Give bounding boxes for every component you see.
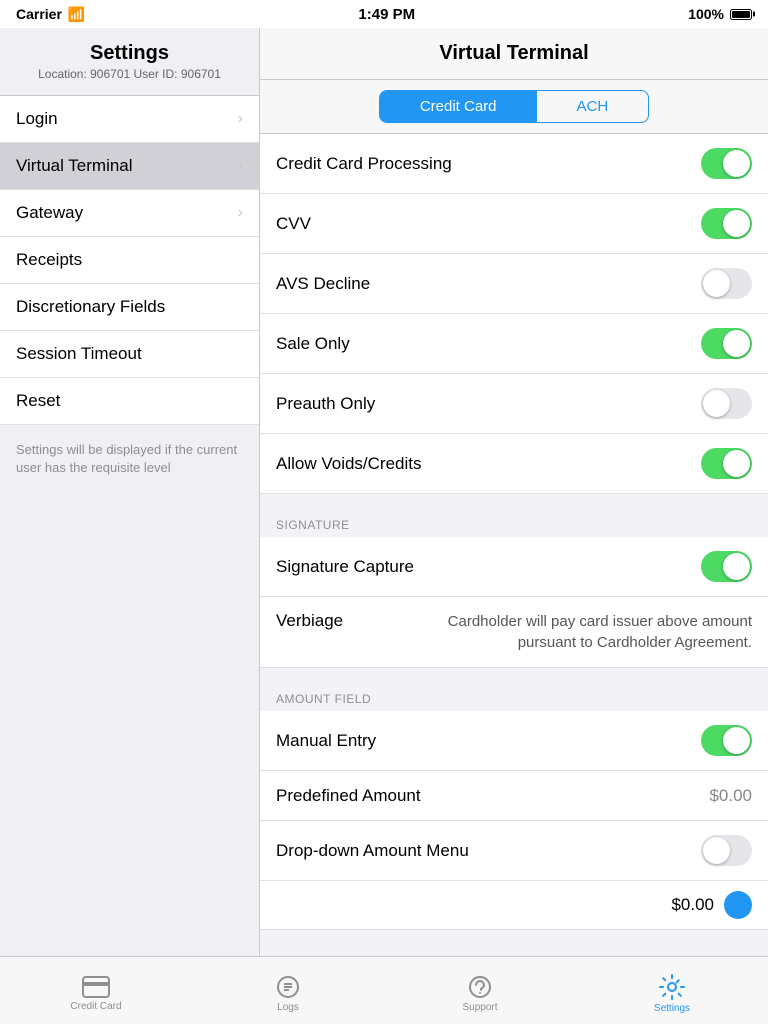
tab-ach[interactable]: ACH <box>537 91 649 122</box>
support-icon <box>467 975 493 999</box>
wifi-icon: 📶 <box>68 6 85 23</box>
toggle-avs-decline[interactable] <box>701 268 752 299</box>
sidebar-header: Settings Location: 906701 User ID: 90670… <box>0 28 259 96</box>
sidebar-item-reset[interactable]: Reset <box>0 378 259 425</box>
row-sale-only: Sale Only <box>260 314 768 374</box>
row-preauth-only: Preauth Only <box>260 374 768 434</box>
bottom-tab-support[interactable]: Support <box>384 969 576 1013</box>
section-gap-2 <box>260 668 768 684</box>
sidebar-item-gateway[interactable]: Gateway › <box>0 190 259 237</box>
sidebar-note: Settings will be displayed if the curren… <box>0 425 259 493</box>
sidebar-item-virtual-terminal[interactable]: Virtual Terminal › <box>0 143 259 190</box>
sidebar-item-receipts[interactable]: Receipts <box>0 237 259 284</box>
chevron-right-icon: › <box>238 204 243 222</box>
main-title: Virtual Terminal <box>276 42 752 65</box>
tab-selector: Credit Card ACH <box>260 80 768 134</box>
section-gap-3 <box>260 930 768 946</box>
section-header-billing: BILLING INFORMATION <box>260 946 768 956</box>
row-credit-card-processing: Credit Card Processing <box>260 134 768 194</box>
blue-circle-button[interactable] <box>724 891 752 919</box>
chevron-right-icon: › <box>238 157 243 175</box>
scroll-area[interactable]: Credit Card Processing CVV AVS Decline S… <box>260 134 768 956</box>
time-label: 1:49 PM <box>358 6 415 23</box>
toggle-manual-entry[interactable] <box>701 725 752 756</box>
bottom-tab-settings[interactable]: Settings <box>576 968 768 1014</box>
toggle-sale-only[interactable] <box>701 328 752 359</box>
sidebar-item-login[interactable]: Login › <box>0 96 259 143</box>
section-header-signature: SIGNATURE <box>260 510 768 537</box>
sidebar-title: Settings <box>16 42 243 65</box>
row-signature-capture: Signature Capture <box>260 537 768 597</box>
toggle-allow-voids-credits[interactable] <box>701 448 752 479</box>
sidebar-item-discretionary-fields[interactable]: Discretionary Fields <box>0 284 259 331</box>
battery-icon <box>730 9 752 20</box>
bottom-tab-credit[interactable]: Credit Card <box>0 970 192 1012</box>
sidebar-subtitle: Location: 906701 User ID: 906701 <box>16 67 243 81</box>
toggle-credit-card-processing[interactable] <box>701 148 752 179</box>
main-content: Virtual Terminal Credit Card ACH Credit … <box>260 28 768 956</box>
row-manual-entry: Manual Entry <box>260 711 768 771</box>
amount-display-row: $0.00 <box>260 881 768 930</box>
carrier-label: Carrier <box>16 6 62 22</box>
section-gap-1 <box>260 494 768 510</box>
credit-card-icon <box>82 976 110 998</box>
chevron-right-icon: › <box>238 110 243 128</box>
row-allow-voids-credits: Allow Voids/Credits <box>260 434 768 494</box>
row-verbiage: Verbiage Cardholder will pay card issuer… <box>260 597 768 668</box>
main-header: Virtual Terminal <box>260 28 768 80</box>
bottom-tab-logs[interactable]: Logs <box>192 969 384 1013</box>
status-bar: Carrier 📶 1:49 PM 100% <box>0 0 768 28</box>
toggle-dropdown-amount[interactable] <box>701 835 752 866</box>
tab-group: Credit Card ACH <box>379 90 649 123</box>
bottom-tab-bar: Credit Card Logs Support Settings <box>0 956 768 1024</box>
sidebar-item-session-timeout[interactable]: Session Timeout <box>0 331 259 378</box>
logs-icon <box>276 975 300 999</box>
tab-credit-card[interactable]: Credit Card <box>380 91 537 122</box>
row-dropdown-amount: Drop-down Amount Menu <box>260 821 768 881</box>
toggle-preauth-only[interactable] <box>701 388 752 419</box>
toggle-signature-capture[interactable] <box>701 551 752 582</box>
settings-icon <box>659 974 685 1000</box>
sidebar: Settings Location: 906701 User ID: 90670… <box>0 28 260 956</box>
battery-label: 100% <box>688 6 724 22</box>
row-predefined-amount: Predefined Amount $0.00 <box>260 771 768 821</box>
section-header-amount: AMOUNT FIELD <box>260 684 768 711</box>
row-cvv: CVV <box>260 194 768 254</box>
toggle-cvv[interactable] <box>701 208 752 239</box>
row-avs-decline: AVS Decline <box>260 254 768 314</box>
